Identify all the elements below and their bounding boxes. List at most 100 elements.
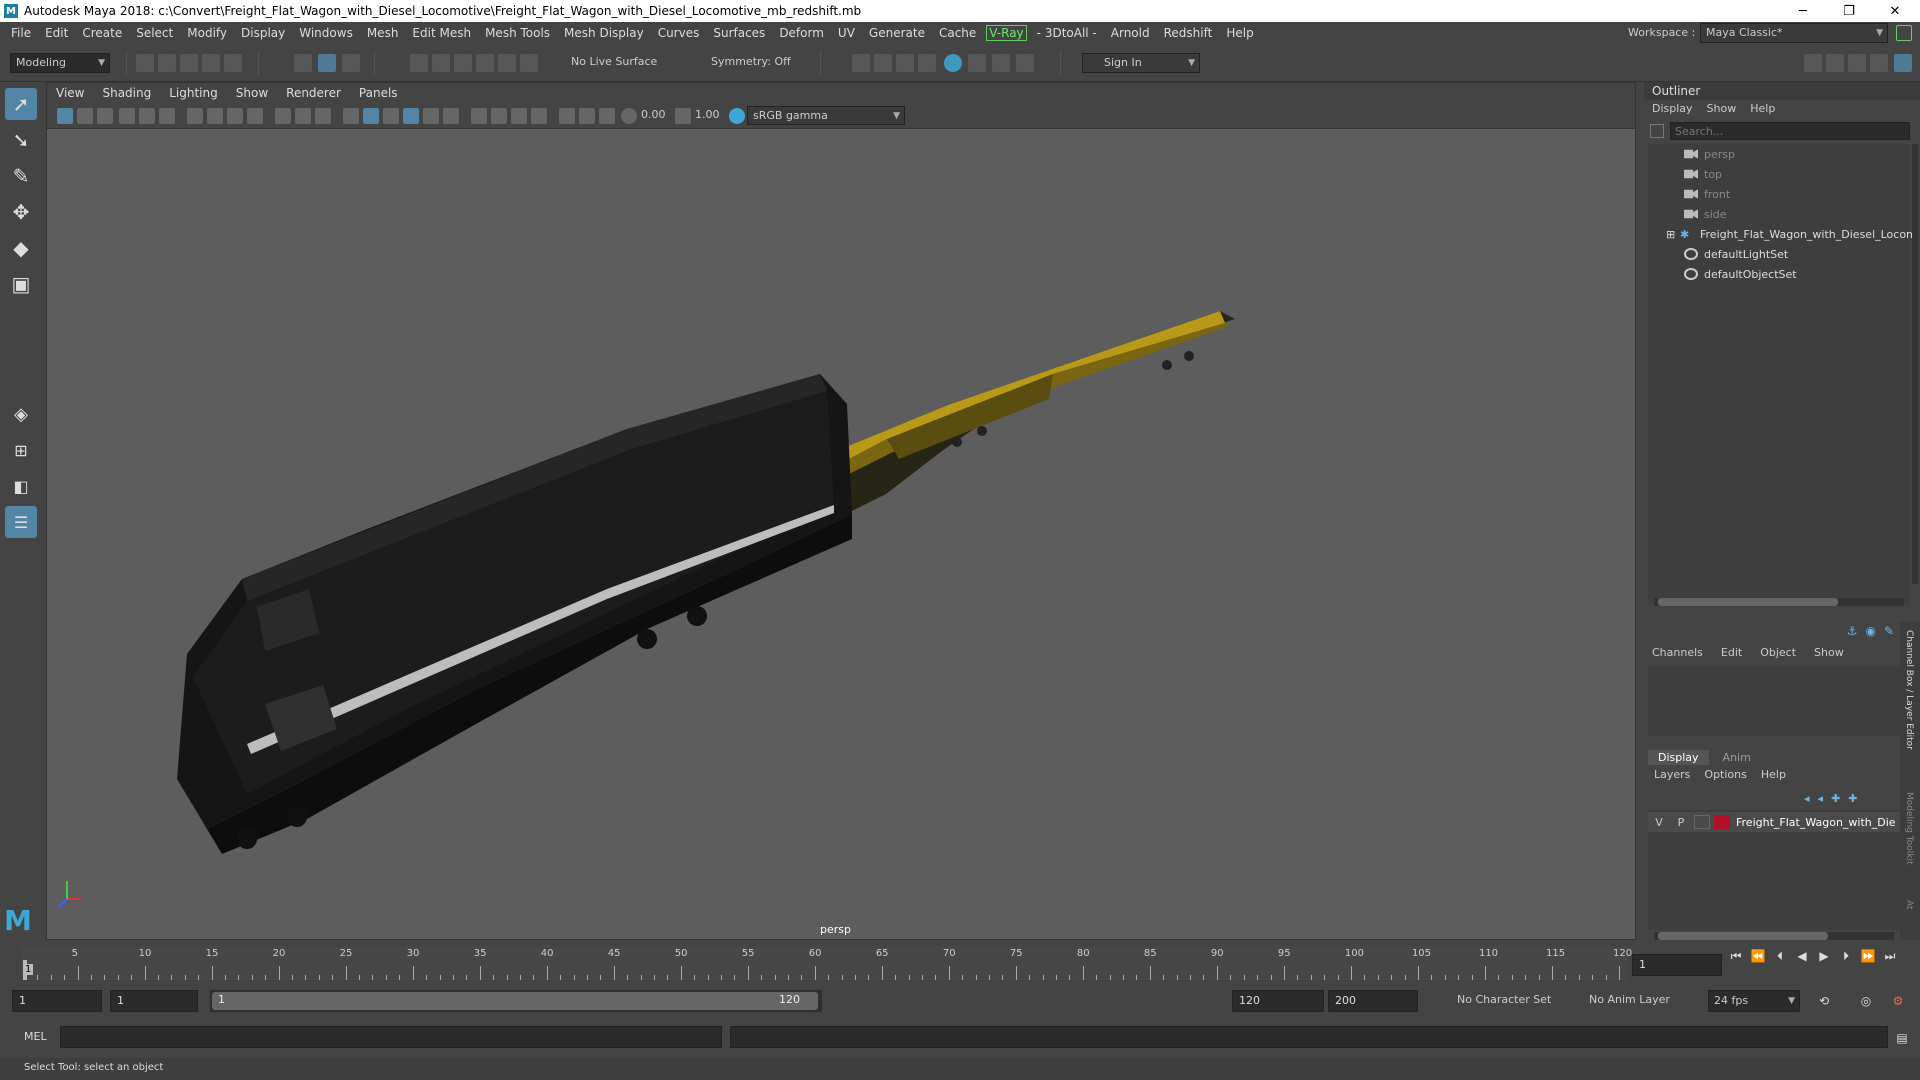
render-view-icon[interactable]	[852, 54, 870, 72]
locomotive-model[interactable]	[177, 374, 852, 854]
filter-icon[interactable]	[1650, 124, 1664, 138]
shadows-icon[interactable]	[443, 108, 459, 124]
select-tool-icon[interactable]: ➚	[5, 88, 37, 120]
snap-view-icon[interactable]	[476, 54, 494, 72]
close-button[interactable]: ✕	[1872, 0, 1918, 22]
grease-pencil-icon[interactable]	[159, 108, 175, 124]
viewport-menu-lighting[interactable]: Lighting	[160, 86, 227, 100]
channel-box-icon[interactable]: ⚓	[1847, 624, 1858, 642]
gamma-icon[interactable]	[675, 108, 691, 124]
save-scene-icon[interactable]	[180, 54, 198, 72]
snap-point-icon[interactable]	[454, 54, 472, 72]
layer-row[interactable]: V P Freight_Flat_Wagon_with_Die	[1648, 812, 1900, 832]
playback-end-field[interactable]: 120	[1232, 990, 1324, 1012]
viewport-menu-renderer[interactable]: Renderer	[277, 86, 350, 100]
viewport-panel[interactable]: View Shading Lighting Show Renderer Pane…	[46, 82, 1636, 940]
minimize-button[interactable]: ─	[1780, 0, 1826, 22]
channel-menu-channels[interactable]: Channels	[1652, 646, 1703, 659]
menu-modify[interactable]: Modify	[180, 26, 234, 40]
play-forwards-icon[interactable]: ▶	[1816, 948, 1832, 964]
outliner-menu-display[interactable]: Display	[1652, 102, 1693, 115]
grid-icon[interactable]	[187, 108, 203, 124]
attribute-editor-icon[interactable]: ◉	[1865, 624, 1875, 642]
move-tool-icon[interactable]: ✥	[5, 196, 37, 228]
playback-start-field[interactable]: 1	[110, 990, 198, 1012]
play-backwards-icon[interactable]: ◀	[1794, 948, 1810, 964]
layer-menu-layers[interactable]: Layers	[1654, 768, 1690, 781]
outliner-item-top[interactable]: top	[1684, 164, 1722, 184]
script-editor-icon[interactable]: ▤	[1894, 1030, 1910, 1046]
redshift-render-icon[interactable]	[968, 54, 986, 72]
rotate-tool-icon[interactable]: ◆	[5, 232, 37, 264]
pause-icon[interactable]	[1016, 54, 1034, 72]
maximize-button[interactable]: ❐	[1826, 0, 1872, 22]
move-layer-down-icon[interactable]: ◂	[1818, 792, 1824, 805]
viewport-menu-panels[interactable]: Panels	[350, 86, 407, 100]
new-layer-icon[interactable]: ✚	[1831, 792, 1840, 805]
menu-edit[interactable]: Edit	[38, 26, 75, 40]
motion-blur-icon[interactable]	[491, 108, 507, 124]
layer-menu-options[interactable]: Options	[1704, 768, 1746, 781]
two-view-icon[interactable]: ◧	[5, 470, 37, 502]
render-settings-icon[interactable]	[918, 54, 936, 72]
channel-menu-object[interactable]: Object	[1760, 646, 1796, 659]
scene-canvas[interactable]	[47, 129, 1635, 919]
mode-dropdown[interactable]: Modeling ▼	[10, 53, 110, 73]
wireframe-on-shaded-icon[interactable]	[383, 108, 399, 124]
gate-mask-icon[interactable]	[247, 108, 263, 124]
safe-title-icon[interactable]	[315, 108, 331, 124]
outliner-item-lightset[interactable]: defaultLightSet	[1684, 244, 1788, 264]
isolate-select-icon[interactable]	[559, 108, 575, 124]
layer-visibility-toggle[interactable]: V	[1650, 816, 1668, 829]
screen-space-ao-icon[interactable]	[471, 108, 487, 124]
use-all-lights-icon[interactable]	[423, 108, 439, 124]
menu-cache[interactable]: Cache	[932, 26, 983, 40]
depth-of-field-icon[interactable]	[531, 108, 547, 124]
workspace-dropdown[interactable]: Maya Classic* ▼	[1700, 23, 1888, 43]
channel-box-icon[interactable]	[1870, 54, 1888, 72]
lasso-tool-icon[interactable]: ➘	[5, 124, 37, 156]
outliner-layout-icon[interactable]: ☰	[5, 506, 37, 538]
select-hierarchy-icon[interactable]	[294, 54, 312, 72]
hypershade-icon[interactable]	[944, 54, 962, 72]
resolution-gate-icon[interactable]	[227, 108, 243, 124]
color-management-icon[interactable]	[729, 108, 745, 124]
menu-help[interactable]: Help	[1219, 26, 1260, 40]
menu-curves[interactable]: Curves	[651, 26, 707, 40]
layer-name[interactable]: Freight_Flat_Wagon_with_Die	[1736, 816, 1896, 829]
outliner-hscrollbar[interactable]	[1654, 598, 1904, 606]
attribute-editor-icon[interactable]	[1826, 54, 1844, 72]
menu-display[interactable]: Display	[234, 26, 292, 40]
four-view-icon[interactable]: ⊞	[5, 434, 37, 466]
select-component-icon[interactable]	[342, 54, 360, 72]
menu-select[interactable]: Select	[129, 26, 180, 40]
range-slider[interactable]: 1 120	[210, 990, 822, 1012]
outliner-vscrollbar[interactable]	[1912, 144, 1918, 584]
menu-file[interactable]: File	[4, 26, 38, 40]
menu-uv[interactable]: UV	[831, 26, 862, 40]
field-chart-icon[interactable]	[275, 108, 291, 124]
step-forward-key-icon[interactable]: ⏩	[1860, 948, 1876, 964]
bookmark-icon[interactable]	[97, 108, 113, 124]
camera-attributes-icon[interactable]	[77, 108, 93, 124]
redo-icon[interactable]	[224, 54, 242, 72]
scale-tool-icon[interactable]: ▣	[5, 268, 37, 300]
exposure-value[interactable]: 0.00	[641, 108, 666, 121]
modeling-toolkit-side-tab[interactable]: Modeling Toolkit	[1904, 792, 1914, 865]
film-gate-icon[interactable]	[207, 108, 223, 124]
animation-end-field[interactable]: 200	[1328, 990, 1418, 1012]
tool-settings-icon[interactable]	[1848, 54, 1866, 72]
loop-icon[interactable]: ⟲	[1816, 993, 1832, 1009]
outliner-item-side[interactable]: side	[1684, 204, 1727, 224]
ipr-render-icon[interactable]	[896, 54, 914, 72]
two-d-pan-icon[interactable]	[139, 108, 155, 124]
color-space-dropdown[interactable]: sRGB gamma ▼	[747, 106, 905, 125]
menu-mesh-display[interactable]: Mesh Display	[557, 26, 651, 40]
command-input[interactable]	[60, 1026, 722, 1048]
camera-select-icon[interactable]	[57, 108, 73, 124]
outliner-item-objectset[interactable]: defaultObjectSet	[1684, 264, 1797, 284]
live-surface-field[interactable]: No Live Surface	[566, 53, 666, 73]
snap-surface-icon[interactable]	[498, 54, 516, 72]
tab-anim[interactable]: Anim	[1713, 750, 1761, 765]
undo-icon[interactable]	[202, 54, 220, 72]
